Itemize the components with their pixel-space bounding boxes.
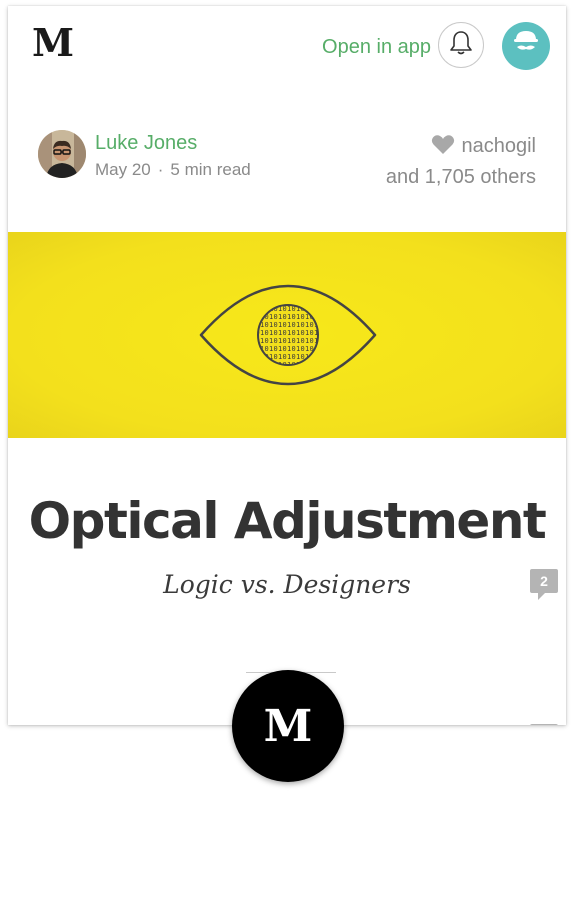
author-name-link[interactable]: Luke Jones bbox=[95, 132, 197, 155]
notifications-button[interactable] bbox=[438, 22, 484, 68]
comment-bubble-icon bbox=[538, 592, 546, 600]
liked-by-others[interactable]: and 1,705 others bbox=[386, 163, 536, 191]
read-time: 5 min read bbox=[170, 160, 251, 179]
author-avatar[interactable] bbox=[38, 130, 86, 178]
open-in-app-link[interactable]: Open in app bbox=[322, 36, 431, 59]
eye-illustration: 1 0 bbox=[199, 284, 377, 386]
bell-icon bbox=[449, 30, 473, 61]
next-comment-indicator[interactable] bbox=[530, 724, 558, 725]
medium-logo[interactable]: M bbox=[32, 24, 74, 62]
comment-count: 2 bbox=[530, 569, 558, 593]
comment-button[interactable]: 2 bbox=[530, 569, 558, 600]
liked-by-user[interactable]: nachogil bbox=[461, 135, 536, 157]
meta-separator: · bbox=[157, 160, 164, 179]
top-bar: M Open in app bbox=[8, 6, 566, 88]
post-date: May 20 bbox=[95, 160, 151, 179]
article-card: M Open in app Luke Jones May 20 · 5 min … bbox=[8, 6, 566, 725]
user-avatar-icon bbox=[509, 27, 543, 66]
post-meta: May 20 · 5 min read bbox=[95, 160, 251, 180]
article-subtitle: Logic vs. Designers bbox=[163, 570, 411, 599]
hero-image: 1 0 bbox=[8, 232, 566, 438]
author-row: Luke Jones May 20 · 5 min read nachogil an… bbox=[8, 118, 566, 198]
article-title: Optical Adjustment bbox=[28, 492, 547, 550]
heart-icon bbox=[431, 134, 455, 163]
user-avatar-button[interactable] bbox=[502, 22, 550, 70]
recommendations[interactable]: nachogil and 1,705 others bbox=[386, 132, 536, 191]
medium-fab-button[interactable]: M bbox=[232, 670, 344, 782]
